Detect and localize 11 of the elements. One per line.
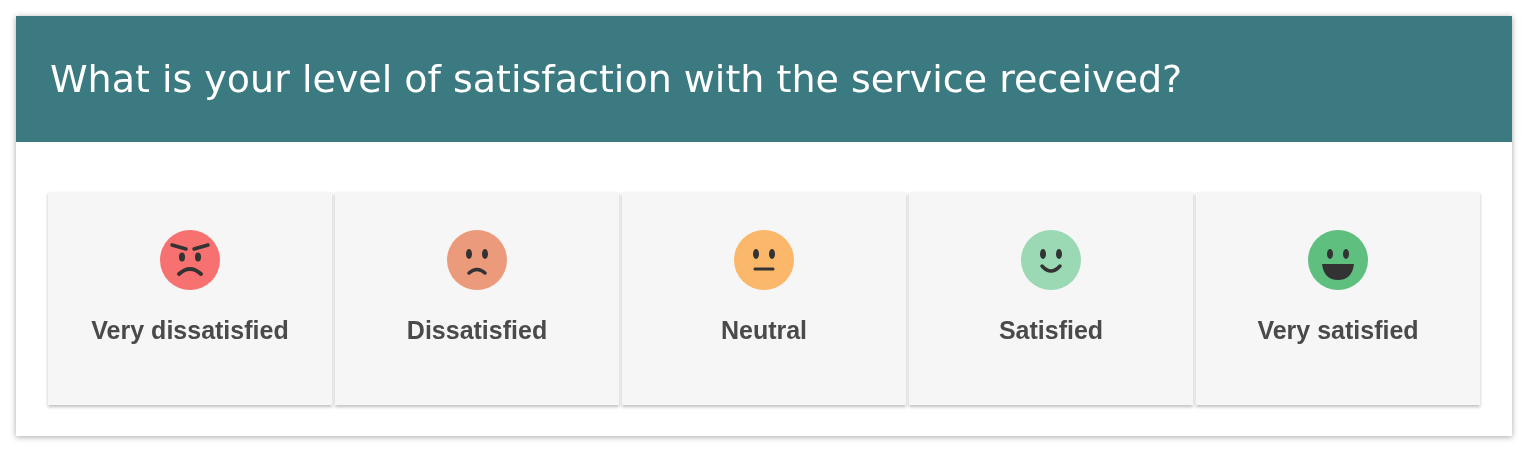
option-label: Very dissatisfied [91, 316, 289, 345]
option-label: Neutral [720, 316, 808, 345]
rating-option[interactable]: Very dissatisfied [48, 192, 332, 405]
option-label: Very satisfied [1257, 316, 1419, 345]
rating-option[interactable]: Dissatisfied [335, 192, 619, 405]
rating-option[interactable]: Neutral [622, 192, 906, 405]
rating-option[interactable]: Very satisfied [1196, 192, 1480, 405]
option-label: Dissatisfied [406, 316, 548, 345]
rating-option[interactable]: Satisfied [909, 192, 1193, 405]
question-title: What is your level of satisfaction with the service received? [50, 57, 1183, 101]
option-label: Satisfied [998, 316, 1104, 345]
